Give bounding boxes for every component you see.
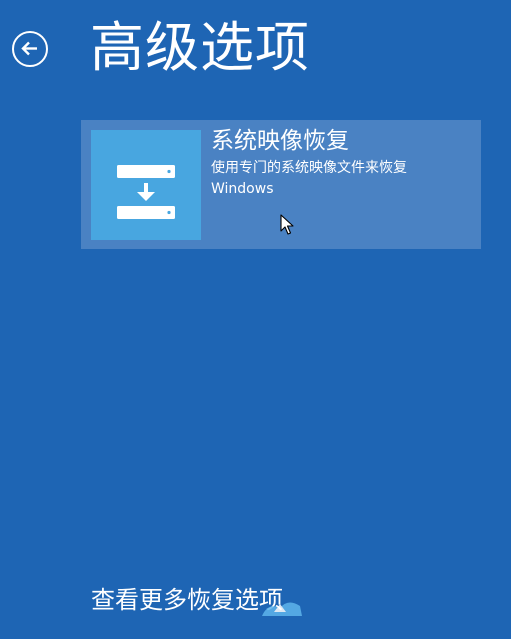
more-recovery-options-link[interactable]: 查看更多恢复选项	[91, 584, 283, 616]
option-title: 系统映像恢复	[211, 128, 349, 154]
option-description-line2: Windows	[211, 181, 274, 197]
option-description: 使用专门的系统映像文件来恢复 Windows	[211, 158, 461, 200]
option-description-line1: 使用专门的系统映像文件来恢复	[211, 160, 407, 176]
system-image-recovery-option[interactable]: 系统映像恢复 使用专门的系统映像文件来恢复 Windows	[81, 120, 481, 249]
system-image-recovery-icon	[91, 130, 201, 240]
back-arrow-icon	[21, 41, 37, 56]
page-title: 高级选项	[90, 16, 310, 79]
cloud-watermark-icon	[262, 602, 302, 616]
back-button[interactable]	[12, 31, 48, 67]
